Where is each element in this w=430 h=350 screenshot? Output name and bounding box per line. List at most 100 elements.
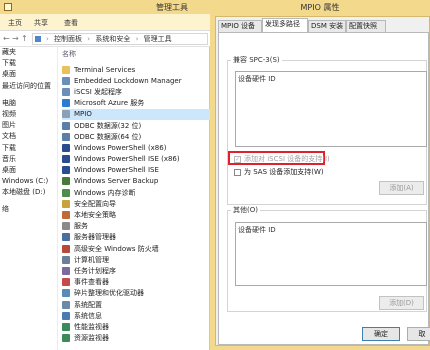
- forward-icon[interactable]: →: [12, 34, 19, 43]
- other-device-list[interactable]: 设备硬件 ID: [235, 222, 427, 286]
- nav-item[interactable]: 视频: [0, 109, 57, 120]
- file-list-item[interactable]: 计算机管理: [62, 254, 210, 265]
- file-label: Windows PowerShell ISE: [74, 166, 159, 175]
- file-list-item[interactable]: 高级安全 Windows 防火墙: [62, 243, 210, 254]
- explorer-title: 管理工具: [156, 3, 188, 12]
- file-list-item[interactable]: Microsoft Azure 服务: [62, 98, 210, 109]
- chevron-right-icon: ›: [46, 35, 49, 43]
- file-label: Terminal Services: [74, 65, 136, 74]
- nav-item[interactable]: [0, 322, 57, 333]
- add-button-spc3[interactable]: 添加(A): [379, 181, 424, 195]
- quick-access-icon[interactable]: [4, 3, 12, 11]
- settings-icon: [62, 300, 70, 309]
- policy-icon: [62, 211, 70, 220]
- tab-discover-multipaths[interactable]: 发现多路径: [262, 18, 308, 32]
- file-label: 系统信息: [74, 311, 102, 320]
- file-list-item[interactable]: 任务计划程序: [62, 265, 210, 276]
- tab-mpio-devices[interactable]: MPIO 设备: [218, 20, 262, 32]
- file-list-item[interactable]: 性能监视器: [62, 321, 210, 332]
- column-header-name[interactable]: 名称: [62, 49, 76, 59]
- nav-item[interactable]: [0, 300, 57, 311]
- file-list-item[interactable]: Terminal Services: [62, 64, 210, 75]
- ok-button[interactable]: 确定: [362, 327, 400, 341]
- nav-item[interactable]: 桌面: [0, 165, 57, 176]
- nav-item[interactable]: 电脑: [0, 98, 57, 109]
- nav-item[interactable]: 文档: [0, 131, 57, 142]
- nav-item[interactable]: [0, 278, 57, 289]
- cloud-icon: [62, 99, 70, 108]
- file-list-item[interactable]: 安全配置向导: [62, 198, 210, 209]
- breadcrumb-item-admin-tools[interactable]: 管理工具: [144, 35, 172, 43]
- ribbon-tab-share[interactable]: 共享: [34, 18, 48, 28]
- file-label: ODBC 数据源(32 位): [74, 121, 142, 130]
- powershell-icon: [62, 155, 70, 164]
- file-label: 计算机管理: [74, 255, 109, 264]
- nav-item[interactable]: [0, 233, 57, 244]
- ribbon-tab-view[interactable]: 查看: [64, 18, 78, 28]
- nav-item[interactable]: 图片: [0, 120, 57, 131]
- tab-config-snapshot[interactable]: 配置快照: [346, 20, 386, 32]
- file-label: Embedded Lockdown Manager: [74, 76, 182, 85]
- nav-item[interactable]: [0, 289, 57, 300]
- ribbon-tab-home[interactable]: 主页: [8, 18, 22, 28]
- file-list-item[interactable]: 服务器管理器: [62, 232, 210, 243]
- defrag-icon: [62, 289, 70, 298]
- nav-item[interactable]: 最近访问的位置: [0, 81, 57, 92]
- file-list-item[interactable]: 资源监视器: [62, 333, 210, 344]
- nav-item[interactable]: 本地磁盘 (D:): [0, 187, 57, 198]
- cancel-button[interactable]: 取: [407, 327, 430, 341]
- file-list-item[interactable]: Embedded Lockdown Manager: [62, 75, 210, 86]
- up-icon[interactable]: ↑: [21, 34, 28, 43]
- iscsi-support-checkbox[interactable]: ✓ 添加对 iSCSI 设备的支持(I): [234, 154, 330, 164]
- folder-icon: [62, 65, 70, 74]
- server-icon: [62, 233, 70, 242]
- tool-icon: [62, 76, 70, 85]
- breadcrumb-item-security[interactable]: 系统和安全: [95, 35, 130, 43]
- breadcrumb-item-control-panel[interactable]: 控制面板: [54, 35, 82, 43]
- add-button-other[interactable]: 添加(D): [379, 296, 424, 310]
- iscsi-support-label: 添加对 iSCSI 设备的支持(I): [244, 155, 330, 163]
- shield-icon: [62, 199, 70, 208]
- file-list-item[interactable]: Windows PowerShell ISE (x86): [62, 154, 210, 165]
- spc3-device-list[interactable]: 设备硬件 ID: [235, 71, 427, 147]
- file-list-item[interactable]: ODBC 数据源(32 位): [62, 120, 210, 131]
- nav-item[interactable]: [0, 244, 57, 255]
- nav-item[interactable]: 下载: [0, 58, 57, 69]
- nav-item[interactable]: Windows (C:): [0, 176, 57, 187]
- file-label: 资源监视器: [74, 334, 109, 343]
- address-bar-row: ← → ↑ › 控制面板 › 系统和安全 › 管理工具: [0, 31, 210, 47]
- file-list-item[interactable]: Windows PowerShell ISE: [62, 165, 210, 176]
- breadcrumb[interactable]: › 控制面板 › 系统和安全 › 管理工具: [32, 33, 208, 45]
- file-list-item[interactable]: Windows PowerShell (x86): [62, 142, 210, 153]
- sas-support-checkbox[interactable]: 为 SAS 设备添加支持(W): [234, 167, 324, 177]
- nav-item[interactable]: [0, 311, 57, 322]
- nav-item[interactable]: [0, 255, 57, 266]
- file-list-item[interactable]: 本地安全策略: [62, 209, 210, 220]
- nav-item[interactable]: 藏夹: [0, 47, 57, 58]
- file-list-item[interactable]: 系统配置: [62, 299, 210, 310]
- file-list-item[interactable]: ODBC 数据源(64 位): [62, 131, 210, 142]
- tool-icon: [62, 110, 70, 119]
- memory-icon: [62, 188, 70, 197]
- nav-item[interactable]: [0, 266, 57, 277]
- nav-item[interactable]: [0, 222, 57, 233]
- nav-item[interactable]: 音乐: [0, 154, 57, 165]
- file-list-item[interactable]: 系统信息: [62, 310, 210, 321]
- file-list-item[interactable]: 碎片整理和优化驱动器: [62, 288, 210, 299]
- nav-item[interactable]: 络: [0, 204, 57, 215]
- file-label: 碎片整理和优化驱动器: [74, 289, 144, 298]
- spc3-group-label: 兼容 SPC-3(S): [231, 55, 282, 65]
- back-icon[interactable]: ←: [3, 34, 10, 43]
- file-list-item[interactable]: Windows 内存诊断: [62, 187, 210, 198]
- file-list-item[interactable]: 事件查看器: [62, 277, 210, 288]
- file-list-item[interactable]: Windows Server Backup: [62, 176, 210, 187]
- other-group-label: 其他(O): [231, 205, 260, 215]
- tab-dsm-install[interactable]: DSM 安装: [308, 20, 346, 32]
- database-icon: [62, 132, 70, 141]
- file-list-item[interactable]: MPIO: [62, 108, 210, 120]
- file-list-item[interactable]: iSCSI 发起程序: [62, 86, 210, 97]
- nav-item[interactable]: 下载: [0, 143, 57, 154]
- file-list-item[interactable]: 服务: [62, 221, 210, 232]
- file-label: MPIO: [74, 110, 92, 119]
- nav-item[interactable]: 桌面: [0, 69, 57, 80]
